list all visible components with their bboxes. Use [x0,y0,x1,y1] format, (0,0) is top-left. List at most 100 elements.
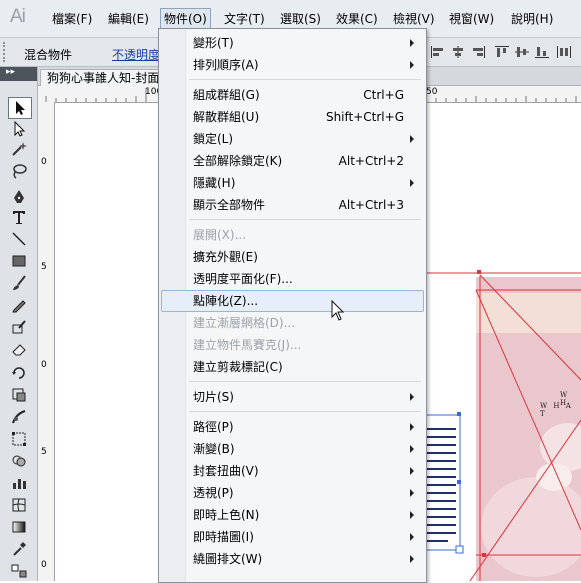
menu-item-21[interactable]: 即時描圖(I) [193,527,254,547]
submenu-arrow-icon [410,489,414,497]
menu-item-11[interactable]: 點陣化(Z)... [193,291,258,311]
menu-item-shortcut-2: Ctrl+G [363,88,404,102]
selection-tool[interactable] [8,97,32,119]
submenu-arrow-icon [410,555,414,563]
lasso-icon [13,164,27,179]
direct-selection-tool[interactable] [8,119,30,139]
align-bottom-icon[interactable] [534,45,550,59]
blob-brush-tool[interactable] [8,317,30,337]
rotate-icon [12,367,25,379]
vertical-ruler[interactable]: 0 5 0 5 0 [38,102,55,581]
menu-select[interactable]: 選取(S) [280,10,321,27]
menu-item-20[interactable]: 即時上色(N) [193,505,259,525]
eyedropper-icon [13,542,26,556]
gradient-tool[interactable] [8,517,30,537]
menu-item-7[interactable]: 顯示全部物件 [193,195,265,215]
vruler-mark-5b: 5 [41,447,47,457]
eyedropper-tool[interactable] [8,539,30,559]
eraser-icon [12,344,26,356]
type-tool[interactable] [8,207,30,227]
blend-tool[interactable] [8,561,30,581]
vruler-mark-0b: 0 [41,360,47,370]
menu-item-3[interactable]: 解散群組(U) [193,107,259,127]
submenu-arrow-icon [410,423,414,431]
menu-item-14[interactable]: 建立剪裁標記(C) [193,357,283,377]
pencil-tool[interactable] [8,295,30,315]
shape-builder-tool[interactable] [8,451,30,471]
menu-item-2[interactable]: 組成群組(G) [193,85,260,105]
menu-separator [189,219,421,220]
menu-object[interactable]: 物件(O) [160,8,211,29]
menu-item-15[interactable]: 切片(S) [193,387,234,407]
distribute-icon[interactable] [556,45,572,59]
collapse-icon[interactable]: ▸▸ [6,67,15,77]
menu-item-16[interactable]: 路徑(P) [193,417,234,437]
app-logo: Ai [10,6,26,27]
opacity-link[interactable]: 不透明度 [112,46,160,63]
free-transform-icon [12,432,26,446]
menu-item-9[interactable]: 擴充外觀(E) [193,247,258,267]
graph-icon [13,479,26,489]
graph-tool[interactable] [8,473,30,493]
align-middle-icon[interactable] [514,45,530,59]
menu-item-shortcut-3: Shift+Ctrl+G [325,110,404,124]
gradient-icon [12,521,26,533]
line-tool[interactable] [8,229,30,249]
shape-builder-icon [12,455,26,467]
menu-item-10[interactable]: 透明度平面化(F)... [193,269,293,289]
menu-separator [189,79,421,80]
menu-item-5[interactable]: 全部解除鎖定(K) [193,151,282,171]
menu-file[interactable]: 檔案(F) [52,10,92,27]
artwork-image [476,277,581,581]
vruler-mark-0c: 0 [41,560,47,570]
submenu-arrow-icon [410,445,414,453]
panel-grip[interactable] [3,42,9,62]
blend-object-label: 混合物件 [24,48,73,62]
pen-tool[interactable] [8,187,30,207]
menu-item-8[interactable]: 展開(X)... [193,225,246,245]
submenu-arrow-icon [410,533,414,541]
submenu-arrow-icon [410,39,414,47]
menu-item-4[interactable]: 鎖定(L) [193,129,233,149]
paintbrush-tool[interactable] [8,273,30,293]
menu-item-1[interactable]: 排列順序(A) [193,55,259,75]
menu-help[interactable]: 說明(H) [511,10,553,27]
line-icon [12,232,26,246]
align-top-icon[interactable] [494,45,510,59]
menu-type[interactable]: 文字(T) [224,10,265,27]
align-right-icon[interactable] [470,45,486,59]
menu-item-17[interactable]: 漸變(B) [193,439,235,459]
warp-icon [12,410,26,424]
toolbox-header[interactable]: ▸▸ [0,67,37,81]
magic-wand-tool[interactable] [8,139,30,159]
align-center-icon[interactable] [450,45,466,59]
menu-separator [189,411,421,412]
object-menu-dropdown: 變形(T) 排列順序(A) 組成群組(G) Ctrl+G 解散群組(U) Shift+Ct… [158,28,427,583]
rotate-tool[interactable] [8,363,30,383]
mesh-tool[interactable] [8,495,30,515]
lasso-tool[interactable] [8,161,30,181]
menu-edit[interactable]: 編輯(E) [108,10,149,27]
menu-item-0[interactable]: 變形(T) [193,33,234,53]
align-left-icon[interactable] [430,45,446,59]
menu-effect[interactable]: 效果(C) [336,10,378,27]
menu-item-12[interactable]: 建立漸層網格(D)... [193,313,295,333]
menu-item-18[interactable]: 封套扭曲(V) [193,461,259,481]
mesh-icon [12,498,26,512]
menu-item-shortcut-7: Alt+Ctrl+3 [338,198,404,212]
free-transform-tool[interactable] [8,429,30,449]
menu-window[interactable]: 視窗(W) [449,10,494,27]
menu-item-6[interactable]: 隱藏(H) [193,173,235,193]
blob-brush-icon [12,320,26,334]
menu-item-19[interactable]: 透視(P) [193,483,234,503]
menu-item-22[interactable]: 繞圖排文(W) [193,549,262,569]
warp-tool[interactable] [8,407,30,427]
pen-icon [14,190,24,203]
rectangle-tool[interactable] [8,251,30,271]
eraser-tool[interactable] [8,339,30,359]
menu-item-13[interactable]: 建立物件馬賽克(J)... [193,335,301,355]
document-tab[interactable]: 狗狗心事誰人知-封面 [40,69,167,86]
scale-tool[interactable] [8,385,30,405]
menu-view[interactable]: 檢視(V) [393,10,435,27]
cover-artwork[interactable]: W H W H A T [476,277,581,581]
